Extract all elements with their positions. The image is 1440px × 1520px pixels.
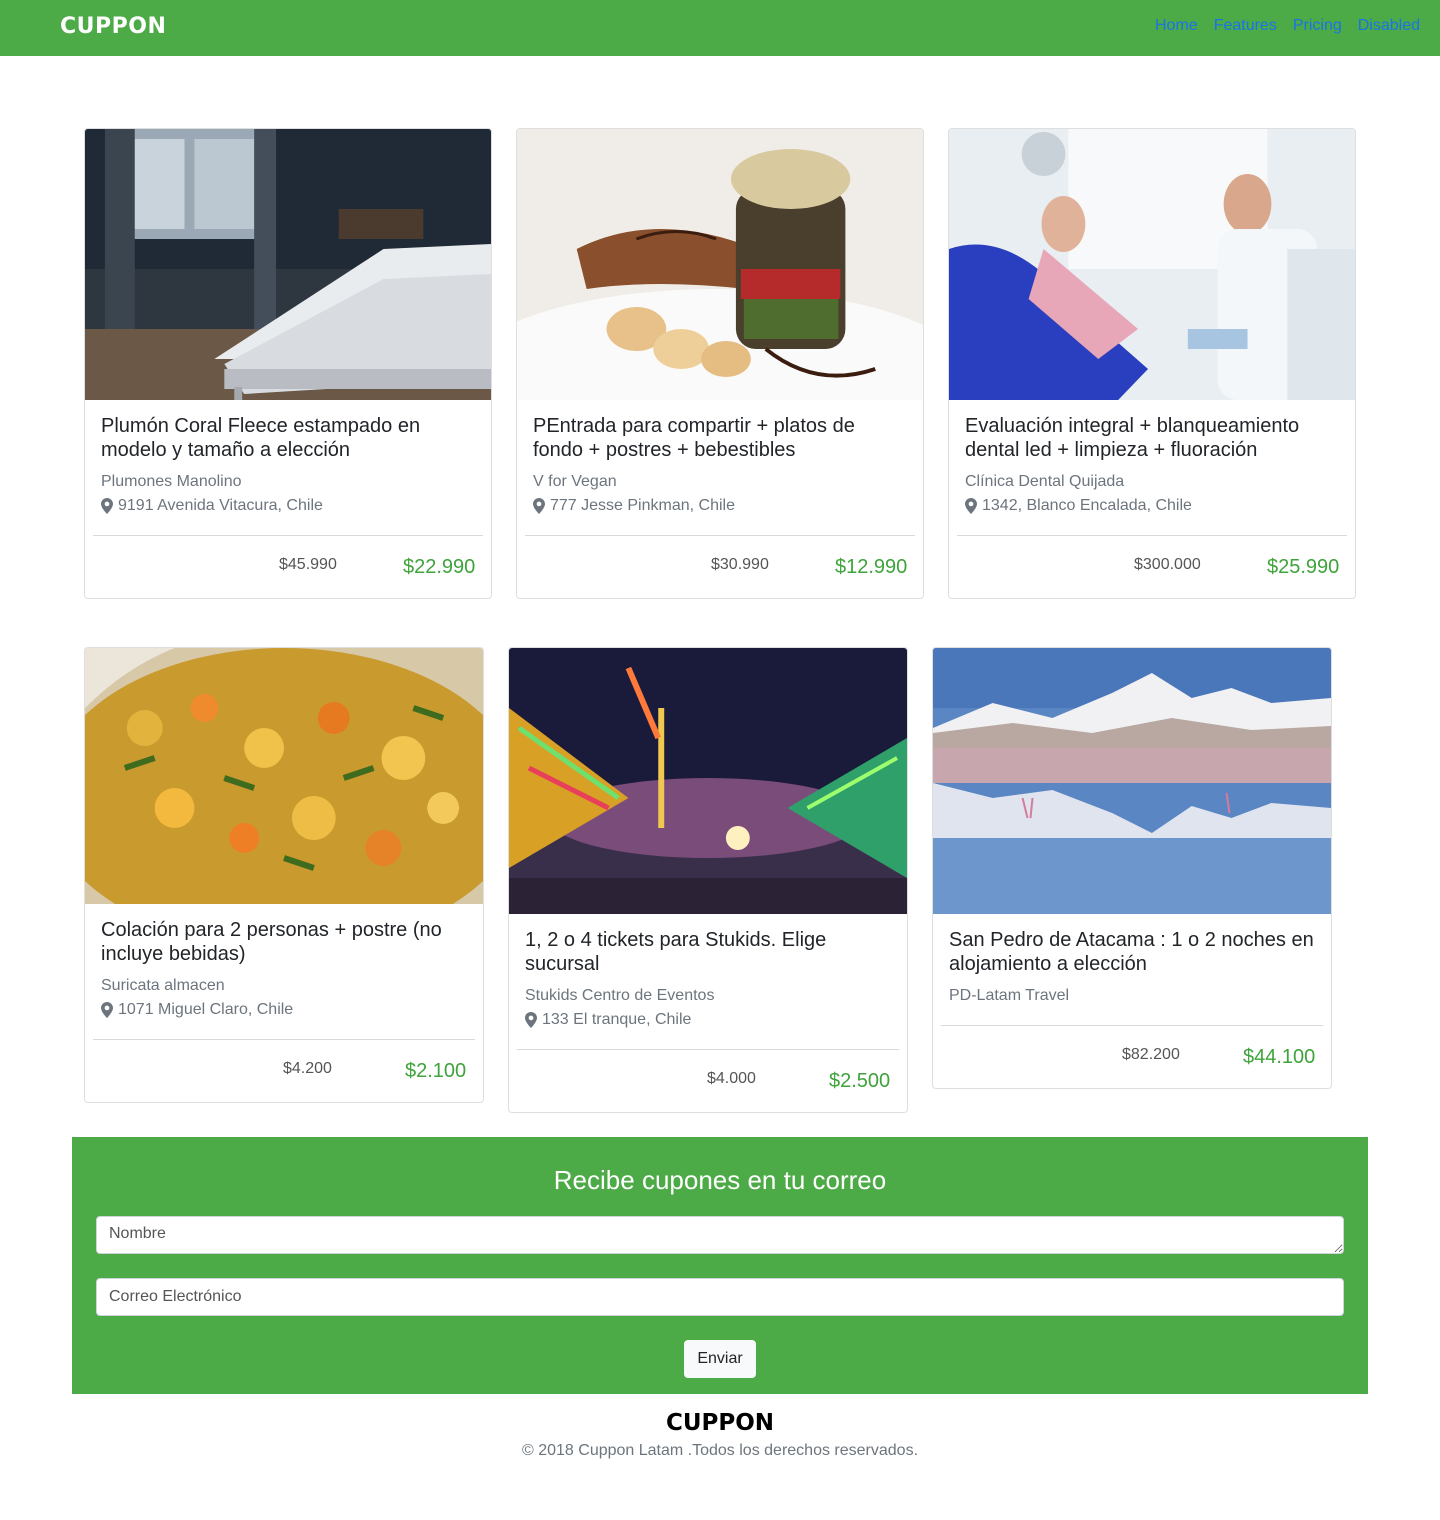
deal-address: 1342, Blanco Encalada, Chile (965, 494, 1339, 518)
original-price: $82.200 (1122, 1046, 1180, 1063)
bedroom-photo[interactable] (85, 129, 491, 400)
send-button[interactable]: Enviar (684, 1340, 756, 1378)
vegan-dish-photo[interactable] (517, 129, 923, 400)
footer-copyright: © 2018 Cuppon Latam .Todos los derechos … (521, 1442, 919, 1459)
nav-link-home[interactable]: Home (1155, 17, 1198, 35)
subscribe-title: Recibe cupones en tu correo (553, 1165, 887, 1195)
original-price: $4.200 (283, 1060, 332, 1077)
atacama-lagoon-photo[interactable] (933, 648, 1331, 914)
deal-card[interactable]: PEntrada para compartir + platos de fond… (516, 128, 924, 599)
map-pin-icon (101, 1002, 113, 1018)
deal-vendor: Stukids Centro de Eventos (525, 987, 715, 1004)
deal-card[interactable]: Evaluación integral + blanqueamiento den… (948, 128, 1356, 599)
original-price: $30.990 (711, 556, 769, 573)
deal-address-text: 1071 Miguel Claro, Chile (118, 1001, 294, 1018)
discount-price: $12.990 (835, 556, 908, 578)
card-divider (957, 535, 1347, 536)
deal-card[interactable]: 1, 2 o 4 tickets para Stukids. Elige suc… (508, 647, 908, 1113)
map-pin-icon (533, 498, 545, 514)
original-price: $300.000 (1134, 556, 1201, 573)
deal-address: 133 El tranque, Chile (525, 1008, 891, 1032)
deal-card[interactable]: San Pedro de Atacama : 1 o 2 noches en a… (932, 647, 1332, 1089)
deal-card[interactable]: Colación para 2 personas + postre (no in… (84, 647, 484, 1103)
deal-title[interactable]: 1, 2 o 4 tickets para Stukids. Elige suc… (525, 928, 891, 976)
deal-vendor: Plumones Manolino (101, 473, 242, 490)
map-pin-icon (101, 498, 113, 514)
deal-vendor: Clínica Dental Quijada (965, 473, 1125, 490)
deal-card[interactable]: Plumón Coral Fleece estampado en modelo … (84, 128, 492, 599)
map-pin-icon (965, 498, 977, 514)
deal-vendor: PD-Latam Travel (949, 987, 1070, 1004)
deal-title[interactable]: San Pedro de Atacama : 1 o 2 noches en a… (949, 928, 1315, 976)
deal-title[interactable]: Evaluación integral + blanqueamiento den… (965, 414, 1339, 462)
deal-vendor: Suricata almacen (101, 977, 225, 994)
deal-address-text: 1342, Blanco Encalada, Chile (982, 497, 1192, 514)
nav-link-features[interactable]: Features (1214, 17, 1277, 35)
dentist-photo[interactable] (949, 129, 1355, 400)
discount-price: $44.100 (1243, 1046, 1316, 1068)
deal-vendor: V for Vegan (533, 473, 617, 490)
brand-logo[interactable]: CUPPON (60, 14, 166, 39)
footer-brand: CUPPON (665, 1410, 775, 1436)
deal-address-text: 133 El tranque, Chile (542, 1011, 692, 1028)
original-price: $4.000 (707, 1070, 756, 1087)
name-field[interactable] (96, 1216, 1344, 1254)
nav-link-disabled[interactable]: Disabled (1358, 17, 1420, 35)
discount-price: $2.500 (829, 1070, 891, 1092)
deal-address: 777 Jesse Pinkman, Chile (533, 494, 907, 518)
navbar: CUPPON Home Features Pricing Disabled (0, 0, 1440, 56)
original-price: $45.990 (279, 556, 337, 573)
deal-address: 9191 Avenida Vitacura, Chile (101, 494, 475, 518)
map-pin-icon (525, 1012, 537, 1028)
deal-title[interactable]: Plumón Coral Fleece estampado en modelo … (101, 414, 475, 462)
deal-address-text: 9191 Avenida Vitacura, Chile (118, 497, 323, 514)
discount-price: $25.990 (1267, 556, 1340, 578)
card-divider (93, 1039, 475, 1040)
subscribe-section: Recibe cupones en tu correo Enviar (72, 1137, 1368, 1394)
nav-links: Home Features Pricing Disabled (1155, 17, 1420, 35)
deal-address-text: 777 Jesse Pinkman, Chile (550, 497, 735, 514)
food-bowl-photo[interactable] (85, 648, 483, 904)
fairground-night-photo[interactable] (509, 648, 907, 914)
nav-link-pricing[interactable]: Pricing (1293, 17, 1342, 35)
deal-title[interactable]: Colación para 2 personas + postre (no in… (101, 918, 467, 966)
discount-price: $2.100 (405, 1060, 467, 1082)
card-divider (525, 535, 915, 536)
discount-price: $22.990 (403, 556, 476, 578)
card-divider (517, 1049, 899, 1050)
email-field[interactable] (96, 1278, 1344, 1316)
deal-address: 1071 Miguel Claro, Chile (101, 998, 467, 1022)
card-divider (941, 1025, 1323, 1026)
card-divider (93, 535, 483, 536)
deal-title[interactable]: PEntrada para compartir + platos de fond… (533, 414, 907, 462)
